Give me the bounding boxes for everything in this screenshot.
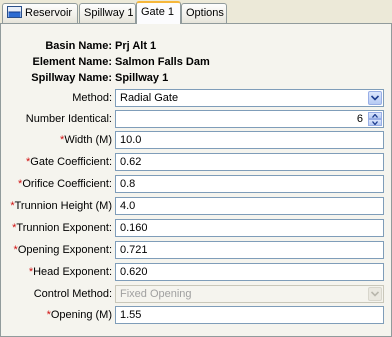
tab-label: Reservoir bbox=[25, 7, 73, 19]
reservoir-icon bbox=[7, 6, 22, 18]
gate-coefficient-label: *Gate Coefficient: bbox=[25, 156, 112, 168]
method-select[interactable]: Radial Gate bbox=[115, 89, 384, 107]
head-exponent-label: *Head Exponent: bbox=[28, 266, 112, 278]
basin-name-value: Prj Alt 1 bbox=[115, 40, 157, 52]
opening-value: 1.55 bbox=[120, 309, 142, 321]
control-method-label: Control Method: bbox=[33, 288, 112, 300]
tab-label: Gate 1 bbox=[141, 6, 175, 18]
orifice-coefficient-label: *Orifice Coefficient: bbox=[18, 178, 112, 190]
stepper-buttons bbox=[368, 112, 382, 126]
tab-label: Spillway 1 bbox=[84, 7, 134, 19]
trunnion-height-label: *Trunnion Height (M) bbox=[10, 200, 112, 212]
tab-spillway-1[interactable]: Spillway 1 bbox=[79, 3, 136, 23]
stepper-down-icon[interactable] bbox=[368, 119, 382, 126]
spillway-name-value: Spillway 1 bbox=[115, 72, 169, 84]
head-exponent-input[interactable]: 0.620 bbox=[115, 263, 384, 281]
gate-coefficient-value: 0.62 bbox=[120, 156, 142, 168]
number-identical-label: Number Identical: bbox=[25, 113, 112, 125]
width-label: *Width (M) bbox=[60, 134, 112, 146]
opening-exponent-input[interactable]: 0.721 bbox=[115, 241, 384, 259]
head-exponent-value: 0.620 bbox=[120, 266, 148, 278]
opening-label: *Opening (M) bbox=[46, 309, 112, 321]
stepper-up-icon[interactable] bbox=[368, 112, 382, 119]
number-identical-stepper[interactable]: 6 bbox=[115, 110, 384, 128]
trunnion-height-input[interactable]: 4.0 bbox=[115, 197, 384, 215]
element-name-label: Element Name: bbox=[32, 56, 112, 68]
tab-options[interactable]: Options bbox=[181, 3, 227, 23]
width-input[interactable]: 10.0 bbox=[115, 131, 384, 149]
chevron-down-icon bbox=[368, 287, 382, 301]
element-name-value: Salmon Falls Dam bbox=[115, 56, 210, 68]
tab-reservoir[interactable]: Reservoir bbox=[2, 3, 78, 23]
gate-coefficient-input[interactable]: 0.62 bbox=[115, 153, 384, 171]
orifice-coefficient-input[interactable]: 0.8 bbox=[115, 175, 384, 193]
method-value: Radial Gate bbox=[120, 92, 179, 104]
number-identical-value: 6 bbox=[356, 113, 363, 125]
trunnion-exponent-label: *Trunnion Exponent: bbox=[12, 222, 112, 234]
trunnion-height-value: 4.0 bbox=[120, 200, 136, 212]
method-label: Method: bbox=[72, 92, 112, 104]
trunnion-exponent-input[interactable]: 0.160 bbox=[115, 219, 384, 237]
opening-input[interactable]: 1.55 bbox=[115, 306, 384, 324]
tab-bar: Reservoir Spillway 1 Gate 1 Options bbox=[0, 0, 392, 24]
basin-name-label: Basin Name: bbox=[45, 40, 112, 52]
control-method-select: Fixed Opening bbox=[115, 285, 384, 303]
trunnion-exponent-value: 0.160 bbox=[120, 222, 148, 234]
opening-exponent-label: *Opening Exponent: bbox=[13, 244, 112, 256]
chevron-down-icon[interactable] bbox=[368, 91, 382, 105]
tab-gate-1[interactable]: Gate 1 bbox=[136, 1, 181, 24]
control-method-value: Fixed Opening bbox=[120, 288, 192, 300]
opening-exponent-value: 0.721 bbox=[120, 244, 148, 256]
spillway-name-label: Spillway Name: bbox=[31, 72, 112, 84]
tab-label: Options bbox=[186, 7, 224, 19]
width-value: 10.0 bbox=[120, 134, 142, 146]
orifice-coefficient-value: 0.8 bbox=[120, 178, 136, 190]
